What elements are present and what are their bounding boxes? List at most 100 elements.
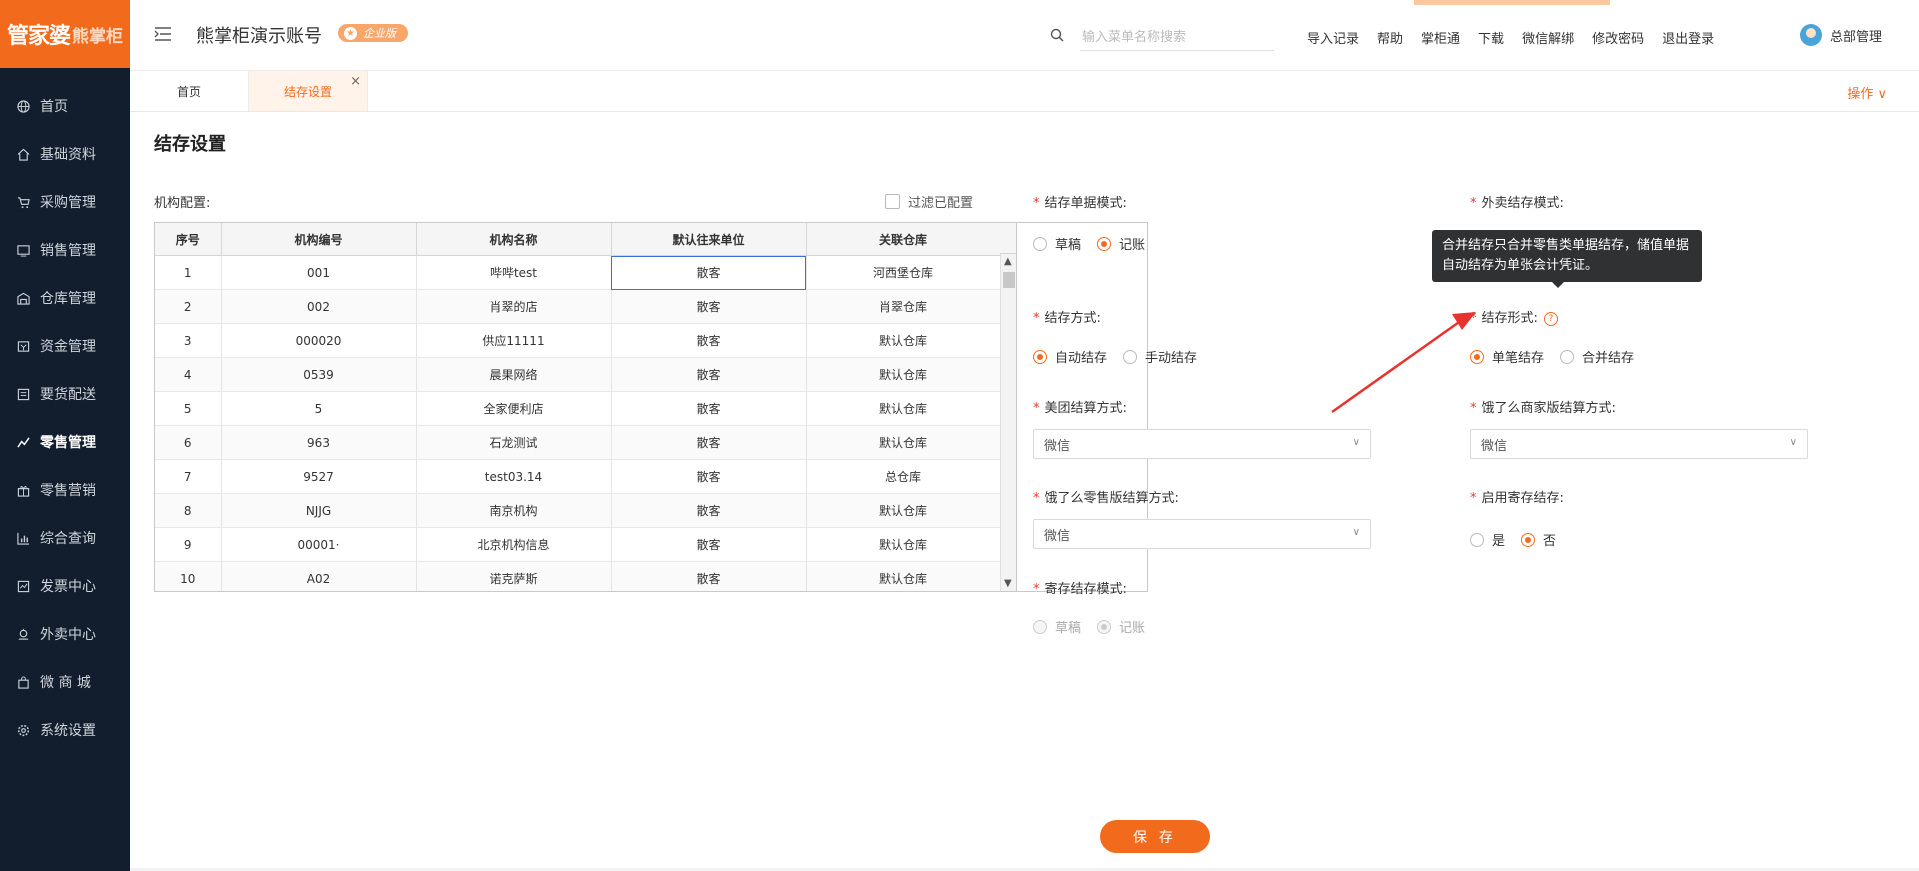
table-cell[interactable]: 散客 bbox=[611, 527, 807, 562]
table-cell[interactable]: 晨果网络 bbox=[416, 357, 612, 392]
radio-posting[interactable]: 记账 bbox=[1097, 234, 1145, 253]
table-cell[interactable]: NJJG bbox=[221, 493, 417, 528]
table-cell[interactable]: 河西堡仓库 bbox=[806, 255, 1001, 290]
radio-circle[interactable] bbox=[1033, 236, 1047, 251]
table-cell[interactable]: 2 bbox=[155, 289, 222, 324]
tab-balance-settings[interactable]: 结存设置 × bbox=[249, 71, 368, 111]
table-cell[interactable]: 默认仓库 bbox=[806, 425, 1001, 460]
table-row[interactable]: 5 5 全家便利店 散客 默认仓库 bbox=[155, 391, 1001, 426]
table-scrollbar[interactable]: ▲ ▼ bbox=[1000, 254, 1017, 591]
radio-manual[interactable]: 手动结存 bbox=[1123, 347, 1197, 366]
table-cell[interactable]: 默认仓库 bbox=[806, 493, 1001, 528]
close-icon[interactable]: × bbox=[350, 74, 361, 89]
table-cell[interactable]: 散客 bbox=[611, 459, 807, 494]
table-cell[interactable]: 5 bbox=[221, 391, 417, 426]
column-header[interactable]: 默认往来单位 bbox=[611, 223, 807, 256]
radio-auto[interactable]: 自动结存 bbox=[1033, 347, 1107, 366]
checkbox-box[interactable] bbox=[885, 194, 900, 209]
eleme-retail-select[interactable]: 微信 ∨ bbox=[1033, 519, 1371, 549]
table-cell[interactable]: 1 bbox=[155, 255, 222, 290]
link-import-records[interactable]: 导入记录 bbox=[1307, 28, 1359, 47]
sidebar-item-home[interactable]: 首页 bbox=[0, 82, 130, 130]
radio-circle[interactable] bbox=[1521, 532, 1536, 547]
sidebar-item-marketing[interactable]: 零售营销 bbox=[0, 466, 130, 514]
table-cell[interactable]: 肖翠的店 bbox=[416, 289, 612, 324]
table-cell[interactable]: 9 bbox=[155, 527, 222, 562]
radio-single[interactable]: 单笔结存 bbox=[1470, 347, 1544, 366]
sidebar-item-retail[interactable]: 零售管理 bbox=[0, 418, 130, 466]
table-cell[interactable]: 00001· bbox=[221, 527, 417, 562]
table-cell[interactable]: 8 bbox=[155, 493, 222, 528]
table-row[interactable]: 10 A02 诺克萨斯 散客 默认仓库 bbox=[155, 561, 1001, 591]
table-cell[interactable]: A02 bbox=[221, 561, 417, 591]
table-cell[interactable]: 默认仓库 bbox=[806, 527, 1001, 562]
table-row[interactable]: 7 9527 test03.14 散客 总仓库 bbox=[155, 459, 1001, 494]
table-cell[interactable]: 002 bbox=[221, 289, 417, 324]
search-input[interactable] bbox=[1080, 24, 1274, 51]
table-cell[interactable]: 10 bbox=[155, 561, 222, 591]
sidebar-item-warehouse[interactable]: 仓库管理 bbox=[0, 274, 130, 322]
sidebar-item-takeout[interactable]: 外卖中心 bbox=[0, 610, 130, 658]
table-row[interactable]: 4 0539 晨果网络 散客 默认仓库 bbox=[155, 357, 1001, 392]
table-cell[interactable]: 散客 bbox=[611, 561, 807, 591]
chevron-down-icon[interactable]: ▼ bbox=[1004, 578, 1012, 589]
table-cell[interactable]: 5 bbox=[155, 391, 222, 426]
table-cell[interactable]: 7 bbox=[155, 459, 222, 494]
sidebar-item-distribution[interactable]: 要货配送 bbox=[0, 370, 130, 418]
user-menu[interactable]: 总部管理 bbox=[1800, 24, 1882, 46]
radio-circle[interactable] bbox=[1033, 349, 1047, 364]
table-cell[interactable]: 北京机构信息 bbox=[416, 527, 612, 562]
table-cell[interactable]: 散客 bbox=[611, 391, 807, 426]
scrollbar-thumb[interactable] bbox=[1003, 272, 1015, 288]
link-help[interactable]: 帮助 bbox=[1377, 28, 1403, 47]
table-cell[interactable]: 供应11111 bbox=[416, 323, 612, 358]
table-cell[interactable]: 总仓库 bbox=[806, 459, 1001, 494]
filter-configured-checkbox[interactable]: 过滤已配置 bbox=[885, 192, 973, 211]
table-cell[interactable]: 默认仓库 bbox=[806, 561, 1001, 591]
table-cell[interactable]: 散客 bbox=[611, 425, 807, 460]
sidebar-item-invoice[interactable]: 发票中心 bbox=[0, 562, 130, 610]
table-cell[interactable]: 全家便利店 bbox=[416, 391, 612, 426]
table-cell[interactable]: 肖翠仓库 bbox=[806, 289, 1001, 324]
sidebar-item-purchase[interactable]: 采购管理 bbox=[0, 178, 130, 226]
table-cell[interactable]: 默认仓库 bbox=[806, 357, 1001, 392]
save-button[interactable]: 保 存 bbox=[1100, 820, 1210, 853]
table-cell[interactable]: 散客 bbox=[611, 289, 807, 324]
radio-circle[interactable] bbox=[1470, 349, 1484, 364]
table-cell[interactable]: 默认仓库 bbox=[806, 391, 1001, 426]
table-cell[interactable]: 散客 bbox=[611, 255, 807, 290]
radio-merge[interactable]: 合并结存 bbox=[1560, 347, 1634, 366]
sidebar-item-sales[interactable]: 销售管理 bbox=[0, 226, 130, 274]
link-change-password[interactable]: 修改密码 bbox=[1592, 28, 1644, 47]
table-cell[interactable]: 000020 bbox=[221, 323, 417, 358]
search-icon[interactable] bbox=[1050, 28, 1064, 46]
table-cell[interactable]: 哔哔test bbox=[416, 255, 612, 290]
column-header[interactable]: 机构名称 bbox=[416, 223, 612, 256]
table-cell[interactable]: test03.14 bbox=[416, 459, 612, 494]
radio-draft[interactable]: 草稿 bbox=[1033, 234, 1081, 253]
link-download[interactable]: 下载 bbox=[1478, 28, 1504, 47]
meituan-select[interactable]: 微信 ∨ bbox=[1033, 429, 1371, 459]
column-header[interactable]: 机构编号 bbox=[221, 223, 417, 256]
column-header[interactable]: 关联仓库 bbox=[806, 223, 1001, 256]
table-cell[interactable]: 001 bbox=[221, 255, 417, 290]
chevron-up-icon[interactable]: ▲ bbox=[1004, 256, 1012, 267]
table-cell[interactable]: 散客 bbox=[611, 323, 807, 358]
table-cell[interactable]: 散客 bbox=[611, 357, 807, 392]
column-header[interactable]: 序号 bbox=[155, 223, 222, 256]
table-cell[interactable]: 4 bbox=[155, 357, 222, 392]
radio-no[interactable]: 否 bbox=[1521, 530, 1556, 549]
operations-dropdown[interactable]: 操作 ∨ bbox=[1847, 83, 1887, 102]
radio-yes[interactable]: 是 bbox=[1470, 530, 1505, 549]
table-row[interactable]: 6 963 石龙测试 散客 默认仓库 bbox=[155, 425, 1001, 460]
table-cell[interactable]: 0539 bbox=[221, 357, 417, 392]
sidebar-item-funds[interactable]: 资金管理 bbox=[0, 322, 130, 370]
table-cell[interactable]: 诺克萨斯 bbox=[416, 561, 612, 591]
link-logout[interactable]: 退出登录 bbox=[1662, 28, 1714, 47]
table-row[interactable]: 8 NJJG 南京机构 散客 默认仓库 bbox=[155, 493, 1001, 528]
radio-circle[interactable] bbox=[1123, 349, 1138, 364]
link-wechat-unbind[interactable]: 微信解绑 bbox=[1522, 28, 1574, 47]
sidebar-item-query[interactable]: 综合查询 bbox=[0, 514, 130, 562]
table-row[interactable]: 3 000020 供应11111 散客 默认仓库 bbox=[155, 323, 1001, 358]
tab-home[interactable]: 首页 bbox=[130, 71, 249, 111]
